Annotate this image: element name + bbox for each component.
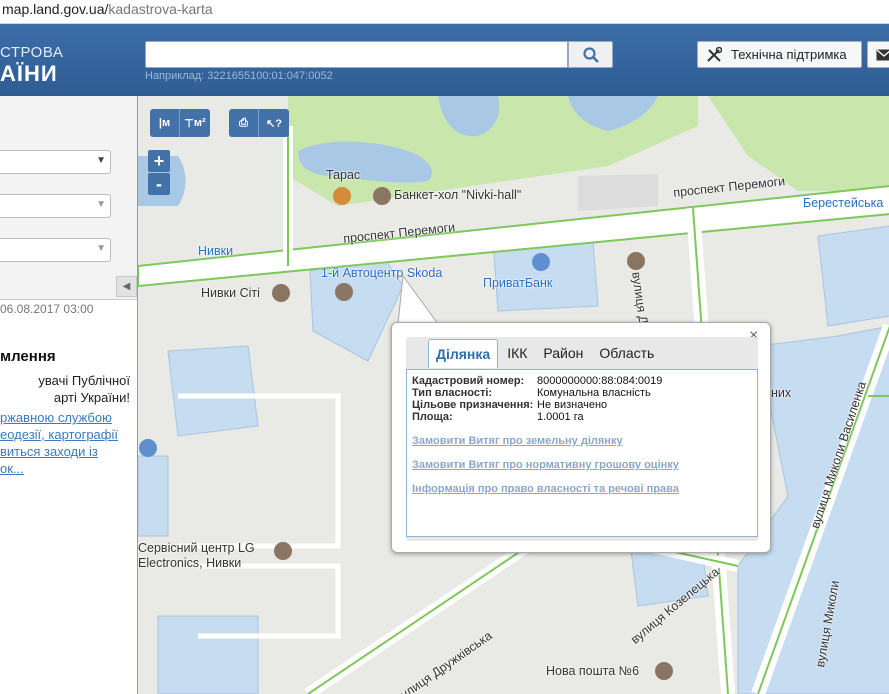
collapse-sidebar-button[interactable]: ◀ (116, 276, 137, 297)
url-path: kadastrova-karta (108, 1, 213, 17)
tech-support-label: Технічна підтримка (731, 47, 847, 62)
tab-ikk[interactable]: ІКК (500, 339, 534, 368)
tab-parcel[interactable]: Ділянка (428, 339, 499, 368)
order-parcel-extract-link[interactable]: Замовити Витяг про земельну ділянку (412, 435, 623, 447)
identify-button[interactable]: ↖? (259, 109, 289, 137)
measure-distance-label: м (161, 117, 171, 129)
field-area: Площа: 1.0001 га (412, 411, 584, 423)
cadastral-search-input[interactable] (145, 41, 568, 68)
zoom-in-button[interactable]: + (148, 150, 170, 172)
layer-controls: ▼ ▼ ▼ ◀ (0, 96, 137, 300)
search-button[interactable] (568, 41, 613, 68)
field-label: Цільове призначення: (412, 399, 534, 411)
notice-title: млення (0, 348, 56, 365)
print-button[interactable]: ⎙ (229, 109, 259, 137)
notice-text: увачі Публічної арті України! (38, 373, 130, 405)
address-bar[interactable]: map.land.gov.ua/kadastrova-karta (0, 0, 889, 24)
chevron-left-icon: ◀ (122, 281, 131, 292)
tab-district[interactable]: Район (536, 339, 590, 368)
map-label-nyvky-metro: Нивки (198, 244, 234, 258)
measure-distance-button[interactable]: | м (150, 109, 180, 137)
field-value: Не визначено (537, 399, 608, 411)
map-label-nova-poshta: Нова пошта №6 (546, 664, 640, 678)
cadastral-map[interactable]: | м ⊤ м² ⎙ ↖? + - Тарас Банкет-хол "Nivki-… (137, 96, 889, 694)
chevron-down-icon: ▼ (96, 243, 106, 254)
layer-select-2[interactable]: ▼ (0, 194, 111, 218)
field-label: Площа: (412, 411, 453, 423)
measure-tools: | м ⊤ м² (150, 109, 210, 137)
field-value: 1.0001 га (537, 411, 584, 423)
map-label-privatbank: ПриватБанк (483, 276, 553, 290)
parcel-info: Кадастровий номер: 8000000000:88:084:0019… (406, 369, 758, 537)
ownership-info-link[interactable]: Інформація про право власності та речові… (412, 483, 679, 495)
logo-text-top: СТРОВА (0, 44, 64, 61)
tab-region[interactable]: Область (592, 339, 661, 368)
chevron-down-icon: ▼ (96, 199, 106, 210)
map-label-banket: Банкет-хол "Nivki-hall" (394, 188, 522, 202)
mail-button[interactable] (867, 41, 889, 68)
url-host: map.land.gov.ua/ (2, 1, 109, 17)
logo-text-main: АЇНИ (0, 61, 58, 86)
update-date: 06.08.2017 03:00 (0, 302, 94, 316)
sidebar-panel: ▼ ▼ ▼ ◀ 06.08.2017 03:00 млення увачі Пу… (0, 96, 137, 694)
tools-icon (707, 46, 722, 62)
search-example: Наприклад: 3221655100:01:047:0052 (145, 70, 333, 82)
measure-area-button[interactable]: ⊤ м² (180, 109, 210, 137)
field-label: Тип власності: (412, 387, 493, 399)
map-label-nyvky-city: Нивки Сіті (201, 286, 260, 300)
map-label-lg: Сервісний центр LG Electronics, Нивки (138, 541, 255, 570)
map-actions: ⎙ ↖? (229, 109, 289, 137)
field-value: 8000000000:88:084:0019 (537, 375, 663, 387)
order-valuation-extract-link[interactable]: Замовити Витяг про нормативну грошову оц… (412, 459, 679, 471)
layer-select-3[interactable]: ▼ (0, 238, 111, 262)
site-header: СТРОВА АЇНИ Наприклад: 3221655100:01:047… (0, 24, 889, 96)
map-label-nykh: них (771, 386, 792, 400)
layer-select-1[interactable]: ▼ (0, 150, 111, 174)
field-purpose: Цільове призначення: Не визначено (412, 399, 607, 411)
map-label-taras: Тарас (326, 168, 361, 182)
measure-area-label: м² (193, 117, 206, 129)
cursor-question-icon: ↖? (266, 117, 282, 130)
field-cadastral-number: Кадастровий номер: 8000000000:88:084:0019 (412, 375, 662, 387)
envelope-icon (876, 49, 889, 60)
printer-icon: ⎙ (239, 116, 248, 129)
popup-tabs: Ділянка ІКК Район Область (428, 339, 661, 368)
zoom-out-button[interactable]: - (148, 173, 170, 195)
tech-support-button[interactable]: Технічна підтримка (697, 41, 862, 68)
field-value: Комунальна власність (537, 387, 651, 399)
popup-body: Ділянка ІКК Район Область Кадастровий но… (406, 337, 758, 541)
notice-link[interactable]: ржавною службою еодезії, картографії вит… (0, 409, 130, 477)
map-label-skoda: 1-й Автоцентр Skoda (321, 266, 443, 280)
search-icon (582, 46, 599, 63)
parcel-info-popup: × Ділянка ІКК Район Область Кадастровий … (391, 322, 771, 553)
field-label: Кадастровий номер: (412, 375, 525, 387)
map-label-beresteiska: Берестейська (803, 196, 884, 210)
chevron-down-icon: ▼ (96, 155, 106, 166)
field-ownership-type: Тип власності: Комунальна власність (412, 387, 651, 399)
area-icon: ⊤ (184, 117, 194, 130)
